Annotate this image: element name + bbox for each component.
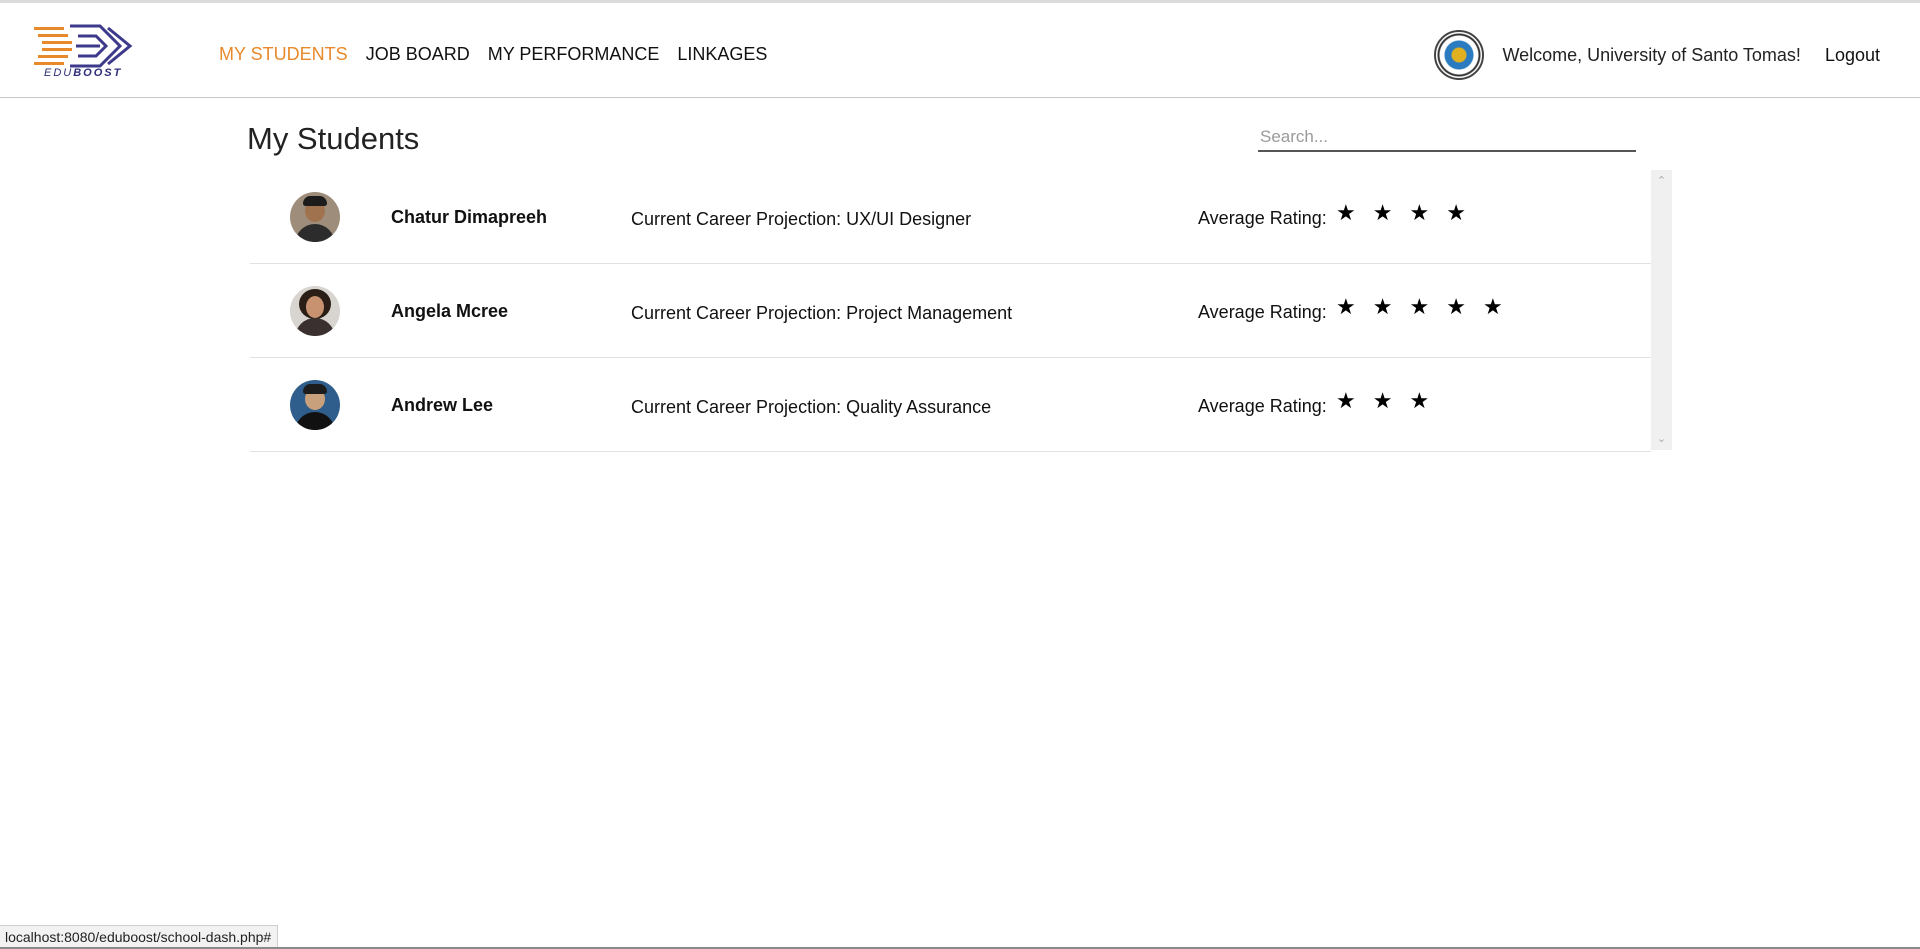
top-navbar: EDUBOOST MY STUDENTS JOB BOARD MY PERFOR… xyxy=(0,3,1920,98)
rating-label: Average Rating: xyxy=(1198,208,1327,228)
nav-job-board[interactable]: JOB BOARD xyxy=(366,44,470,65)
list-scrollbar[interactable]: ⌃ ⌄ xyxy=(1651,170,1672,450)
student-list-panel: Chatur Dimapreeh Current Career Projecti… xyxy=(250,170,1672,452)
nav-my-performance[interactable]: MY PERFORMANCE xyxy=(488,44,660,65)
chevron-down-icon[interactable]: ⌄ xyxy=(1651,430,1672,448)
student-list: Chatur Dimapreeh Current Career Projecti… xyxy=(250,170,1651,452)
search-input[interactable] xyxy=(1258,124,1636,152)
main-nav: MY STUDENTS JOB BOARD MY PERFORMANCE LIN… xyxy=(219,44,767,65)
star-icon: ★ xyxy=(1372,388,1393,413)
rating-stars: ★ ★ ★ ★ xyxy=(1336,202,1466,224)
star-icon: ★ xyxy=(1336,388,1356,413)
browser-status-url: localhost:8080/eduboost/school-dash.php# xyxy=(0,925,279,949)
rating-stars: ★ ★ ★ xyxy=(1336,390,1429,412)
page-title: My Students xyxy=(247,121,420,156)
nav-linkages[interactable]: LINKAGES xyxy=(677,44,767,65)
student-avatar xyxy=(290,192,340,242)
student-row[interactable]: Angela Mcree Current Career Projection: … xyxy=(250,264,1651,358)
star-icon: ★ xyxy=(1482,294,1503,319)
logo-wordmark: EDUBOOST xyxy=(44,67,123,79)
star-icon: ★ xyxy=(1409,200,1430,225)
university-seal-icon xyxy=(1434,30,1485,80)
star-icon: ★ xyxy=(1372,200,1393,225)
star-icon: ★ xyxy=(1409,294,1430,319)
student-row[interactable]: Andrew Lee Current Career Projection: Qu… xyxy=(250,358,1651,452)
welcome-message: Welcome, University of Santo Tomas! xyxy=(1502,44,1801,65)
student-avatar xyxy=(290,380,340,430)
eduboost-logo-mark xyxy=(34,24,133,68)
career-projection: Current Career Projection: Quality Assur… xyxy=(631,397,992,417)
star-icon: ★ xyxy=(1372,294,1393,319)
student-name: Chatur Dimapreeh xyxy=(391,207,548,227)
nav-my-students[interactable]: MY STUDENTS xyxy=(219,44,348,65)
student-name: Andrew Lee xyxy=(391,395,494,415)
rating-label: Average Rating: xyxy=(1198,396,1327,416)
logout-link[interactable]: Logout xyxy=(1825,45,1880,66)
student-row[interactable]: Chatur Dimapreeh Current Career Projecti… xyxy=(250,170,1651,264)
student-avatar xyxy=(290,286,340,336)
career-projection: Current Career Projection: UX/UI Designe… xyxy=(631,209,972,229)
career-projection: Current Career Projection: Project Manag… xyxy=(631,303,1013,323)
user-area: Welcome, University of Santo Tomas! Logo… xyxy=(1434,30,1880,80)
chevron-up-icon[interactable]: ⌃ xyxy=(1651,172,1672,190)
student-name: Angela Mcree xyxy=(391,301,509,321)
rating-stars: ★ ★ ★ ★ ★ xyxy=(1336,296,1503,318)
rating-label: Average Rating: xyxy=(1198,302,1327,322)
star-icon: ★ xyxy=(1409,388,1430,413)
star-icon: ★ xyxy=(1336,200,1356,225)
star-icon: ★ xyxy=(1336,294,1356,319)
star-icon: ★ xyxy=(1446,294,1466,319)
star-icon: ★ xyxy=(1446,200,1466,225)
